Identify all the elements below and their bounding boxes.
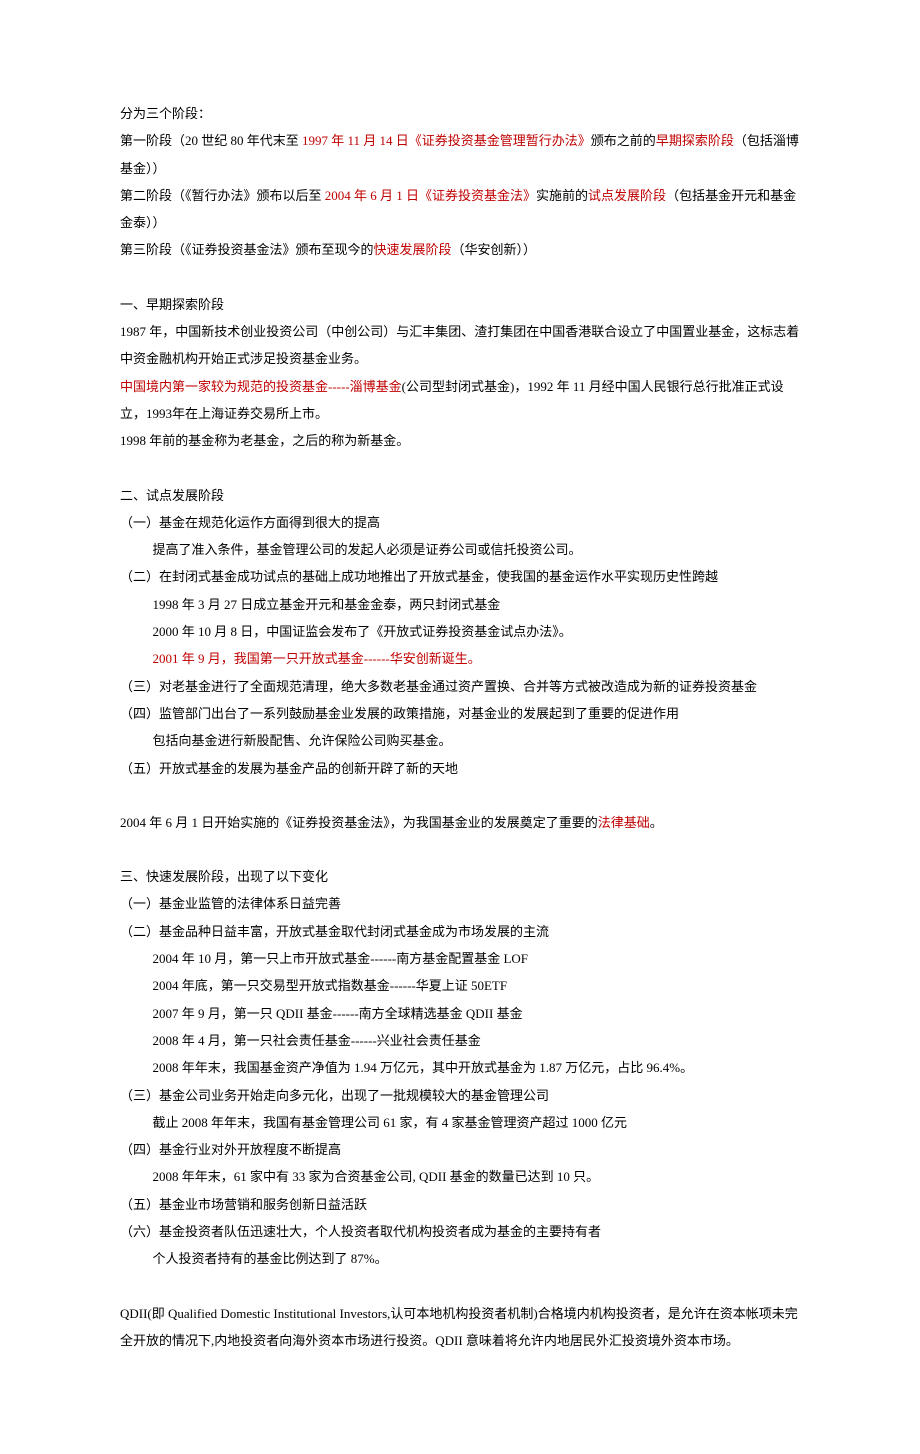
section-2-item-1: （一）基金在规范化运作方面得到很大的提高 [120,509,800,536]
section-2-conclusion-a: 2004 年 6 月 1 日开始实施的《证券投资基金法》，为我国基金业的发展奠定… [120,815,598,830]
stage-1: 第一阶段（20 世纪 80 年代末至 1997 年 11 月 14 日《证券投资… [120,127,800,182]
stage-3-suffix: （华安创新）） [452,242,537,257]
stage-1-mid: 颁布之前的 [591,133,656,148]
section-2-conclusion-c: 。 [650,815,663,830]
section-2-item-2: （二）在封闭式基金成功试点的基础上成功地推出了开放式基金，使我国的基金运作水平实… [120,563,800,590]
section-3-item-6-sub: 个人投资者持有的基金比例达到了 87%。 [120,1245,800,1272]
section-3-item-2-sub-4: 2008 年 4 月，第一只社会责任基金------兴业社会责任基金 [120,1027,800,1054]
section-2-item-1-sub: 提高了准入条件，基金管理公司的发起人必须是证券公司或信托投资公司。 [120,536,800,563]
section-2-item-4-sub: 包括向基金进行新股配售、允许保险公司购买基金。 [120,727,800,754]
section-3-item-2-sub-1: 2004 年 10 月，第一只上市开放式基金------南方基金配置基金 LOF [120,945,800,972]
section-3-item-1: （一）基金业监管的法律体系日益完善 [120,890,800,917]
section-3-item-6: （六）基金投资者队伍迅速壮大，个人投资者取代机构投资者成为基金的主要持有者 [120,1218,800,1245]
section-1-title: 一、早期探索阶段 [120,291,800,318]
section-1-para-1: 1987 年，中国新技术创业投资公司（中创公司）与汇丰集团、渣打集团在中国香港联… [120,318,800,373]
section-2-item-2-sub-1: 1998 年 3 月 27 日成立基金开元和基金金泰，两只封闭式基金 [120,591,800,618]
section-2-conclusion-highlight: 法律基础 [598,815,650,830]
section-3-item-2-sub-3: 2007 年 9 月，第一只 QDII 基金------南方全球精选基金 QDI… [120,1000,800,1027]
stage-2-law: 2004 年 6 月 1 日《证券投资基金法》 [325,188,536,203]
stage-2-name: 试点发展阶段 [588,188,666,203]
section-2-item-2-sub-3: 2001 年 9 月，我国第一只开放式基金------华安创新诞生。 [120,645,800,672]
section-3-item-5: （五）基金业市场营销和服务创新日益活跃 [120,1191,800,1218]
section-1-para-3: 1998 年前的基金称为老基金，之后的称为新基金。 [120,427,800,454]
zibo-fund-highlight: 中国境内第一家较为规范的投资基金-----淄博基金 [120,379,402,394]
section-2-item-5: （五）开放式基金的发展为基金产品的创新开辟了新的天地 [120,755,800,782]
stage-1-name: 早期探索阶段 [656,133,734,148]
section-3-item-3-sub: 截止 2008 年年末，我国有基金管理公司 61 家，有 4 家基金管理资产超过… [120,1109,800,1136]
section-1-para-2: 中国境内第一家较为规范的投资基金-----淄博基金(公司型封闭式基金)，1992… [120,373,800,428]
stage-3-name: 快速发展阶段 [374,242,452,257]
section-3-item-4-sub: 2008 年年末，61 家中有 33 家为合资基金公司, QDII 基金的数量已… [120,1163,800,1190]
stage-2-prefix: 第二阶段（《暂行办法》颁布以后至 [120,188,325,203]
section-2-title: 二、试点发展阶段 [120,482,800,509]
section-3-item-4: （四）基金行业对外开放程度不断提高 [120,1136,800,1163]
section-3-item-3: （三）基金公司业务开始走向多元化，出现了一批规模较大的基金管理公司 [120,1082,800,1109]
qdii-definition: QDII(即 Qualified Domestic Institutional … [120,1300,800,1355]
stage-2: 第二阶段（《暂行办法》颁布以后至 2004 年 6 月 1 日《证券投资基金法》… [120,182,800,237]
intro-line: 分为三个阶段： [120,100,800,127]
stage-1-prefix: 第一阶段（20 世纪 80 年代末至 [120,133,302,148]
section-2-item-2-sub-2: 2000 年 10 月 8 日，中国证监会发布了《开放式证券投资基金试点办法》。 [120,618,800,645]
stage-2-mid: 实施前的 [536,188,588,203]
section-2-item-3: （三）对老基金进行了全面规范清理，绝大多数老基金通过资产置换、合并等方式被改造成… [120,673,800,700]
stage-3: 第三阶段（《证券投资基金法》颁布至现今的快速发展阶段（华安创新）） [120,236,800,263]
stage-1-law: 1997 年 11 月 14 日《证券投资基金管理暂行办法》 [302,133,591,148]
stage-3-prefix: 第三阶段（《证券投资基金法》颁布至现今的 [120,242,374,257]
section-3-item-2: （二）基金品种日益丰富，开放式基金取代封闭式基金成为市场发展的主流 [120,918,800,945]
section-2-conclusion: 2004 年 6 月 1 日开始实施的《证券投资基金法》，为我国基金业的发展奠定… [120,809,800,836]
section-3-item-2-sub-2: 2004 年底，第一只交易型开放式指数基金------华夏上证 50ETF [120,972,800,999]
section-3-item-2-sub-5: 2008 年年末，我国基金资产净值为 1.94 万亿元，其中开放式基金为 1.8… [120,1054,800,1081]
section-3-title: 三、快速发展阶段，出现了以下变化 [120,863,800,890]
section-2-item-4: （四）监管部门出台了一系列鼓励基金业发展的政策措施，对基金业的发展起到了重要的促… [120,700,800,727]
